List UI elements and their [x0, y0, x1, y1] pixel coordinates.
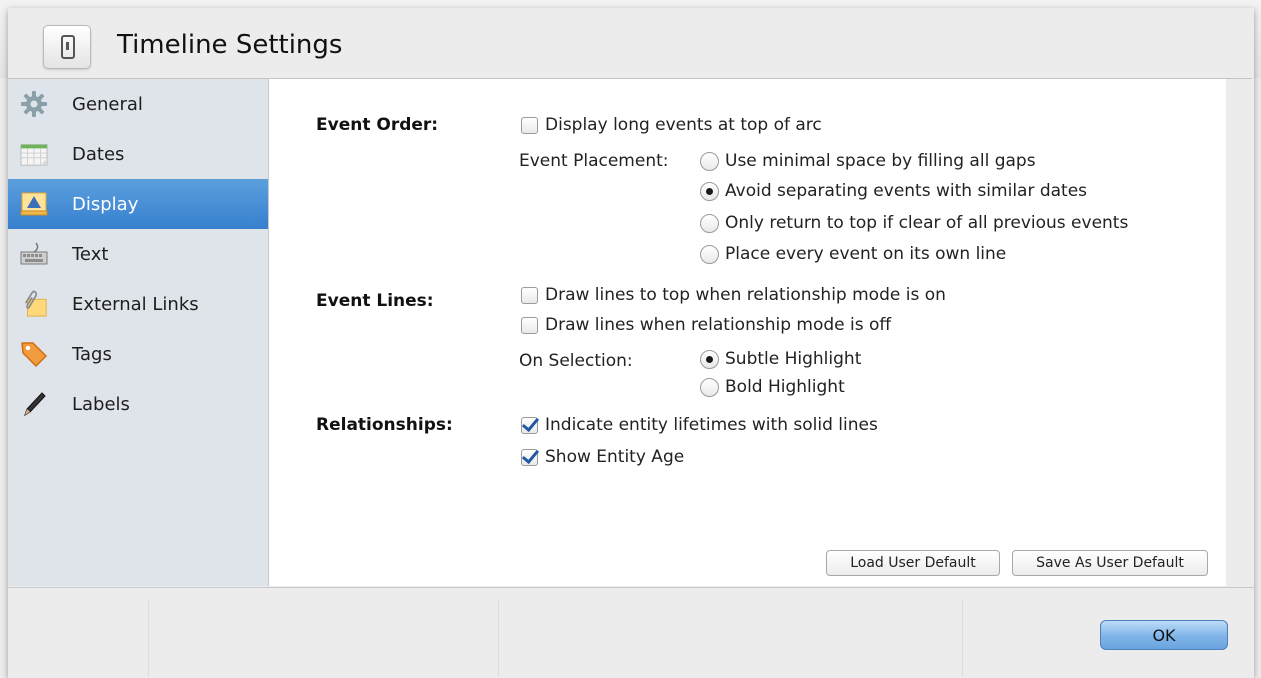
paperclip-icon [20, 290, 48, 318]
keyboard-icon [20, 240, 48, 268]
dialog-title: Timeline Settings [117, 30, 343, 60]
sidebar-item-label: Display [72, 193, 139, 215]
entity-lifetimes-row[interactable]: Indicate entity lifetimes with solid lin… [521, 415, 878, 435]
checkbox-label: Show Entity Age [545, 447, 685, 467]
gear-icon [20, 90, 48, 118]
lines-relationship-off-checkbox[interactable] [521, 316, 538, 334]
dialog-footer [8, 587, 1254, 678]
lines-relationship-on-checkbox[interactable] [521, 286, 538, 304]
on-selection-label: On Selection: [519, 351, 633, 371]
sidebar-item-label: Labels [72, 393, 130, 415]
ok-button[interactable]: OK [1100, 620, 1228, 650]
placement-option-return-top[interactable]: Only return to top if clear of all previ… [700, 213, 1128, 233]
background-divider [498, 600, 499, 677]
sidebar-item-label: Text [72, 243, 109, 265]
checkbox-label: Display long events at top of arc [545, 115, 822, 135]
tag-icon [20, 340, 48, 368]
background-divider [148, 600, 149, 677]
selection-option-bold[interactable]: Bold Highlight [700, 377, 845, 397]
load-user-default-button[interactable]: Load User Default [826, 550, 1000, 576]
radio-label: Use minimal space by filling all gaps [725, 151, 1036, 171]
background-divider [962, 600, 963, 677]
event-placement-label: Event Placement: [519, 151, 669, 171]
lines-relationship-on-row[interactable]: Draw lines to top when relationship mode… [521, 285, 946, 305]
long-events-checkbox-row[interactable]: Display long events at top of arc [521, 115, 822, 135]
radio-button-selected[interactable] [700, 349, 719, 369]
placement-option-minimal[interactable]: Use minimal space by filling all gaps [700, 151, 1036, 171]
lines-relationship-off-row[interactable]: Draw lines when relationship mode is off [521, 315, 891, 335]
sidebar-item-label: Tags [72, 343, 112, 365]
event-lines-label: Event Lines: [316, 291, 434, 311]
sidebar-item-label: Dates [72, 143, 125, 165]
selection-option-subtle[interactable]: Subtle Highlight [700, 349, 861, 369]
save-as-user-default-button[interactable]: Save As User Default [1012, 550, 1208, 576]
checkbox-label: Draw lines when relationship mode is off [545, 315, 892, 335]
radio-label: Subtle Highlight [725, 349, 862, 369]
sidebar-item-tags[interactable]: Tags [8, 329, 268, 379]
radio-button[interactable] [700, 151, 719, 171]
radio-label: Only return to top if clear of all previ… [725, 213, 1129, 233]
sidebar-item-display[interactable]: Display [8, 179, 268, 229]
placement-option-avoid-separating[interactable]: Avoid separating events with similar dat… [700, 181, 1087, 201]
checkbox-label: Indicate entity lifetimes with solid lin… [545, 415, 878, 435]
placement-option-own-line[interactable]: Place every event on its own line [700, 244, 1006, 264]
radio-button[interactable] [700, 244, 719, 264]
sidebar-item-dates[interactable]: Dates [8, 129, 268, 179]
radio-label: Avoid separating events with similar dat… [725, 181, 1088, 201]
sidebar-item-label: External Links [72, 293, 199, 315]
entity-lifetimes-checkbox[interactable] [521, 416, 538, 434]
sidebar-item-general[interactable]: General [8, 79, 268, 129]
event-order-label: Event Order: [316, 115, 439, 135]
radio-label: Place every event on its own line [725, 244, 1007, 264]
radio-label: Bold Highlight [725, 377, 845, 397]
long-events-checkbox[interactable] [521, 116, 538, 134]
sidebar-item-label: General [72, 93, 143, 115]
radio-button-selected[interactable] [700, 181, 719, 201]
sidebar-item-labels[interactable]: Labels [8, 379, 268, 429]
checkbox-label: Draw lines to top when relationship mode… [545, 285, 946, 305]
entity-age-checkbox[interactable] [521, 448, 538, 466]
timeline-settings-icon [43, 25, 91, 69]
calendar-icon [20, 140, 48, 168]
pencil-icon [20, 390, 48, 418]
entity-age-row[interactable]: Show Entity Age [521, 447, 684, 467]
sidebar-item-text[interactable]: Text [8, 229, 268, 279]
display-settings-panel: Event Order: Display long events at top … [269, 79, 1226, 586]
display-icon [20, 190, 48, 218]
relationships-label: Relationships: [316, 415, 453, 435]
radio-button[interactable] [700, 213, 719, 233]
sidebar-item-external-links[interactable]: External Links [8, 279, 268, 329]
settings-sidebar: General Dates Display Text External Link… [8, 79, 269, 586]
radio-button[interactable] [700, 377, 719, 397]
